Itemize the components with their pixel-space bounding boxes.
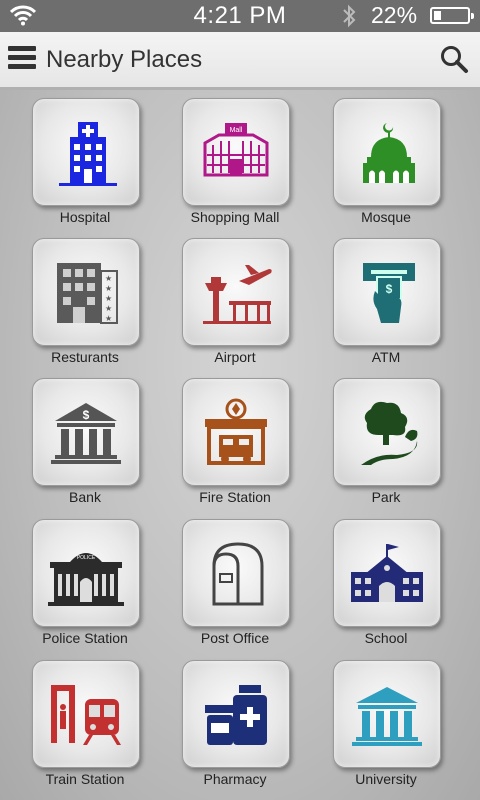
mosque-icon — [363, 123, 415, 183]
place-button[interactable] — [333, 519, 441, 627]
place-tile-school[interactable]: School — [331, 515, 471, 653]
place-button[interactable] — [32, 660, 140, 768]
place-label: ATM — [371, 349, 401, 365]
search-icon[interactable] — [439, 44, 469, 79]
place-tile-train-station[interactable]: Train Station — [30, 656, 170, 794]
fire-station-icon — [205, 398, 267, 465]
place-label: Park — [371, 489, 401, 505]
police-station-icon: POLICE — [48, 553, 124, 606]
place-label: University — [355, 771, 417, 787]
place-label: Mosque — [361, 209, 411, 225]
place-label: Bank — [69, 489, 101, 505]
shopping-mall-icon: Mall — [203, 123, 269, 177]
place-tile-restaurants[interactable]: ★ ★ ★ ★ ★ Resturants — [30, 234, 170, 372]
place-tile-fire-station[interactable]: Fire Station — [180, 374, 320, 512]
svg-text:Mall: Mall — [230, 127, 243, 134]
place-tile-police-station[interactable]: POLICE Police Station — [30, 515, 170, 653]
place-button[interactable] — [182, 238, 290, 346]
school-icon — [351, 544, 423, 602]
place-button[interactable] — [32, 98, 140, 206]
svg-text:★: ★ — [105, 304, 112, 313]
battery-icon — [430, 7, 474, 24]
park-icon — [361, 401, 418, 465]
train-station-icon — [51, 685, 121, 745]
university-icon — [352, 687, 422, 746]
app-bar: Nearby Places — [0, 32, 480, 90]
page-title: Nearby Places — [46, 46, 203, 73]
place-label: Airport — [214, 349, 256, 365]
place-button[interactable] — [333, 98, 441, 206]
place-tile-atm[interactable]: $ ATM — [331, 234, 471, 372]
airport-icon — [203, 265, 272, 324]
place-button[interactable]: $ — [333, 238, 441, 346]
place-button[interactable]: POLICE — [32, 519, 140, 627]
place-label: Hospital — [59, 209, 111, 225]
place-label: Shopping Mall — [190, 209, 280, 225]
bluetooth-icon — [340, 4, 358, 33]
place-button[interactable]: Mall — [182, 98, 290, 206]
place-tile-mosque[interactable]: Mosque — [331, 94, 471, 232]
svg-text:POLICE: POLICE — [77, 555, 96, 561]
restaurant-icon: ★★★★★ — [57, 263, 118, 324]
place-button[interactable] — [182, 519, 290, 627]
place-tile-post-office[interactable]: Post Office — [180, 515, 320, 653]
place-tile-shopping-mall[interactable]: Mall Shopping Mall — [180, 94, 320, 232]
place-button[interactable]: ★ ★ ★ ★ ★ — [32, 238, 140, 346]
place-button[interactable] — [333, 378, 441, 486]
menu-icon[interactable] — [8, 46, 36, 74]
svg-text:★: ★ — [105, 284, 112, 293]
svg-text:$: $ — [386, 282, 393, 296]
place-label: School — [364, 630, 408, 646]
svg-text:★: ★ — [105, 274, 112, 283]
bank-icon: $ — [51, 403, 121, 464]
hospital-icon — [59, 122, 117, 186]
place-label: Police Station — [42, 630, 128, 646]
place-tile-bank[interactable]: $ Bank — [30, 374, 170, 512]
place-tile-airport[interactable]: Airport — [180, 234, 320, 372]
battery-percent: 22% — [371, 2, 418, 28]
place-tile-pharmacy[interactable]: Pharmacy — [180, 656, 320, 794]
place-label: Pharmacy — [203, 771, 267, 787]
place-tile-park[interactable]: Park — [331, 374, 471, 512]
place-tile-university[interactable]: University — [331, 656, 471, 794]
status-bar: 4:21 PM 22% — [0, 0, 480, 32]
place-tile-hospital[interactable]: Hospital — [30, 94, 170, 232]
place-label: Post Office — [200, 630, 270, 646]
place-label: Fire Station — [199, 489, 271, 505]
place-button[interactable]: $ — [32, 378, 140, 486]
svg-text:★: ★ — [105, 294, 112, 303]
svg-text:$: $ — [83, 408, 90, 422]
pharmacy-icon — [205, 685, 267, 745]
place-button[interactable] — [182, 378, 290, 486]
place-button[interactable] — [333, 660, 441, 768]
place-label: Train Station — [45, 771, 125, 787]
svg-text:★: ★ — [105, 314, 112, 323]
place-label: Resturants — [51, 349, 119, 365]
atm-icon: $ — [363, 263, 415, 323]
post-office-icon — [212, 542, 264, 606]
place-button[interactable] — [182, 660, 290, 768]
